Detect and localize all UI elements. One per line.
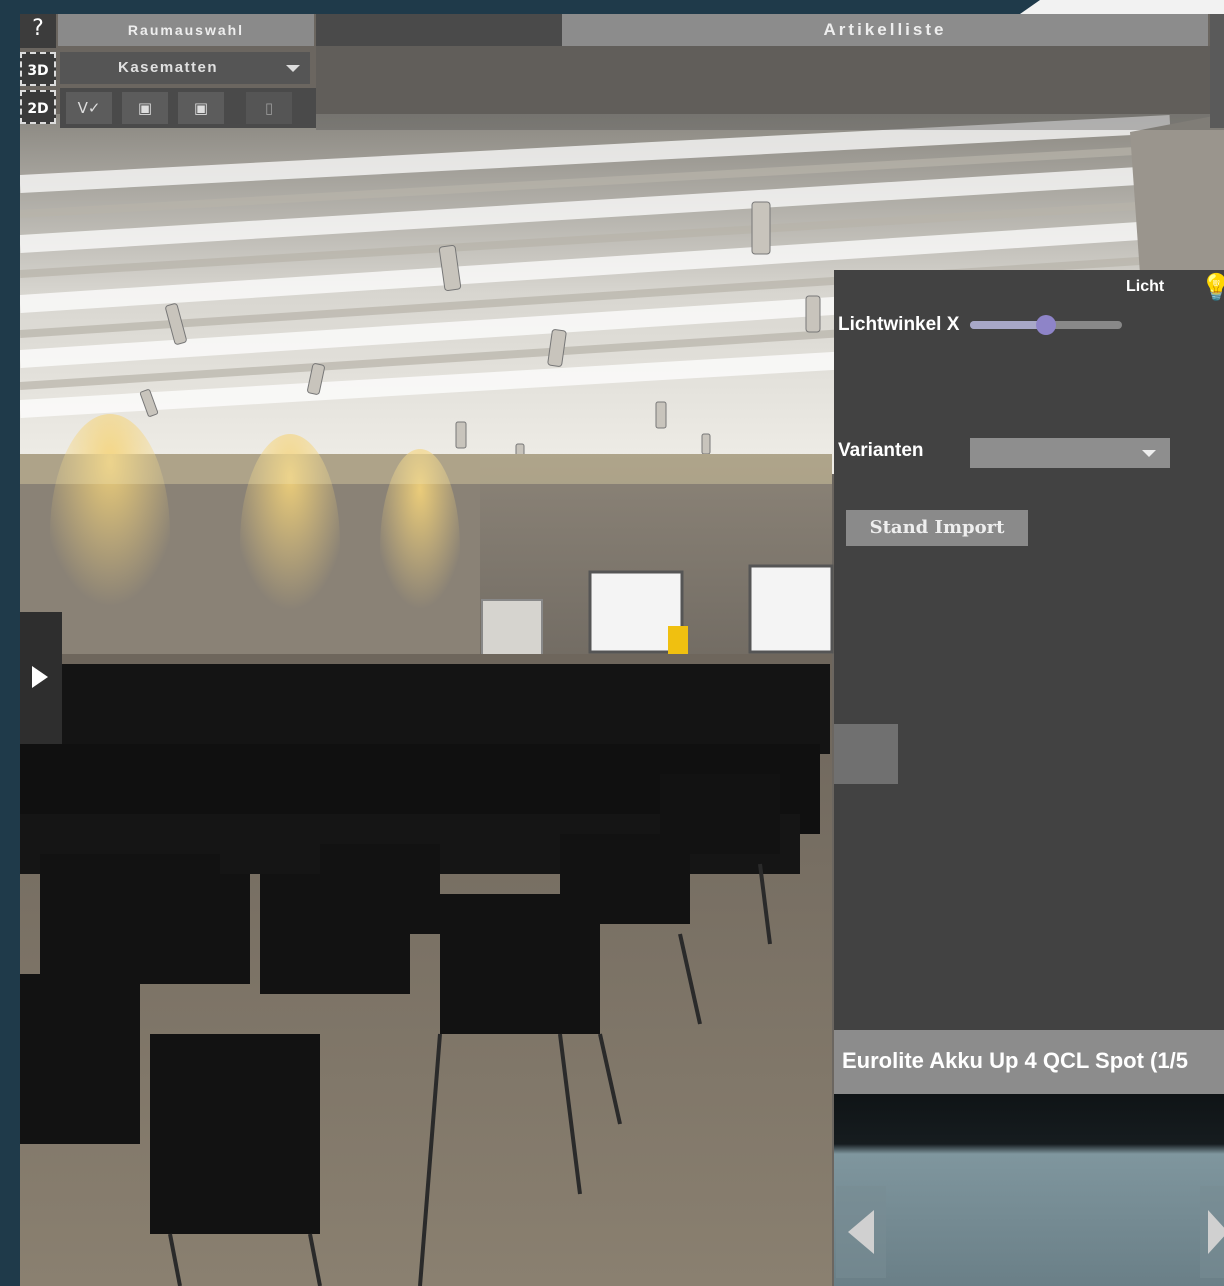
tab-raumauswahl[interactable]: Raumauswahl bbox=[58, 14, 314, 46]
next-item-button[interactable] bbox=[1200, 1186, 1224, 1278]
play-arrow-icon bbox=[32, 666, 48, 688]
stand-import-button[interactable]: Stand Import bbox=[846, 510, 1028, 546]
help-button[interactable]: ? bbox=[20, 14, 56, 48]
folder-image-icon[interactable]: ▣ bbox=[178, 92, 224, 124]
tab-artikelliste[interactable]: Artikelliste bbox=[562, 14, 1208, 46]
image-icon[interactable]: ▣ bbox=[122, 92, 168, 124]
checkmark-icon[interactable]: V✓ bbox=[66, 92, 112, 124]
arrow-left-icon bbox=[848, 1210, 874, 1254]
previous-item-button[interactable] bbox=[836, 1186, 886, 1278]
arrow-right-icon bbox=[1208, 1210, 1224, 1254]
toolbar-spacer bbox=[316, 14, 562, 46]
toolbar-band bbox=[316, 46, 1224, 130]
mode-3d-button[interactable]: 3D bbox=[20, 52, 56, 86]
slider-knob[interactable] bbox=[1036, 315, 1056, 335]
right-toolbar-edge bbox=[1210, 14, 1224, 128]
trash-icon[interactable]: ▯ bbox=[246, 92, 292, 124]
top-right-corner bbox=[1020, 0, 1224, 14]
light-label: Licht bbox=[1126, 278, 1165, 295]
chevron-down-icon bbox=[1142, 450, 1156, 457]
lightbulb-icon[interactable]: 💡 bbox=[1200, 272, 1224, 303]
slider-fill bbox=[970, 321, 1046, 329]
light-angle-label: Lichtwinkel X bbox=[838, 314, 960, 335]
variants-dropdown[interactable] bbox=[970, 438, 1170, 468]
item-name: Eurolite Akku Up 4 QCL Spot (1/5 bbox=[842, 1048, 1188, 1073]
item-preview bbox=[834, 1094, 1224, 1286]
room-select-value: Kasematten bbox=[118, 59, 219, 76]
mode-2d-button[interactable]: 2D bbox=[20, 90, 56, 124]
chevron-down-icon bbox=[286, 65, 300, 72]
light-angle-slider[interactable] bbox=[970, 315, 1122, 335]
variants-label: Varianten bbox=[838, 440, 924, 461]
side-panel-toggle[interactable] bbox=[20, 612, 62, 744]
color-swatch[interactable] bbox=[834, 724, 898, 784]
room-select-dropdown[interactable]: Kasematten bbox=[60, 52, 310, 84]
